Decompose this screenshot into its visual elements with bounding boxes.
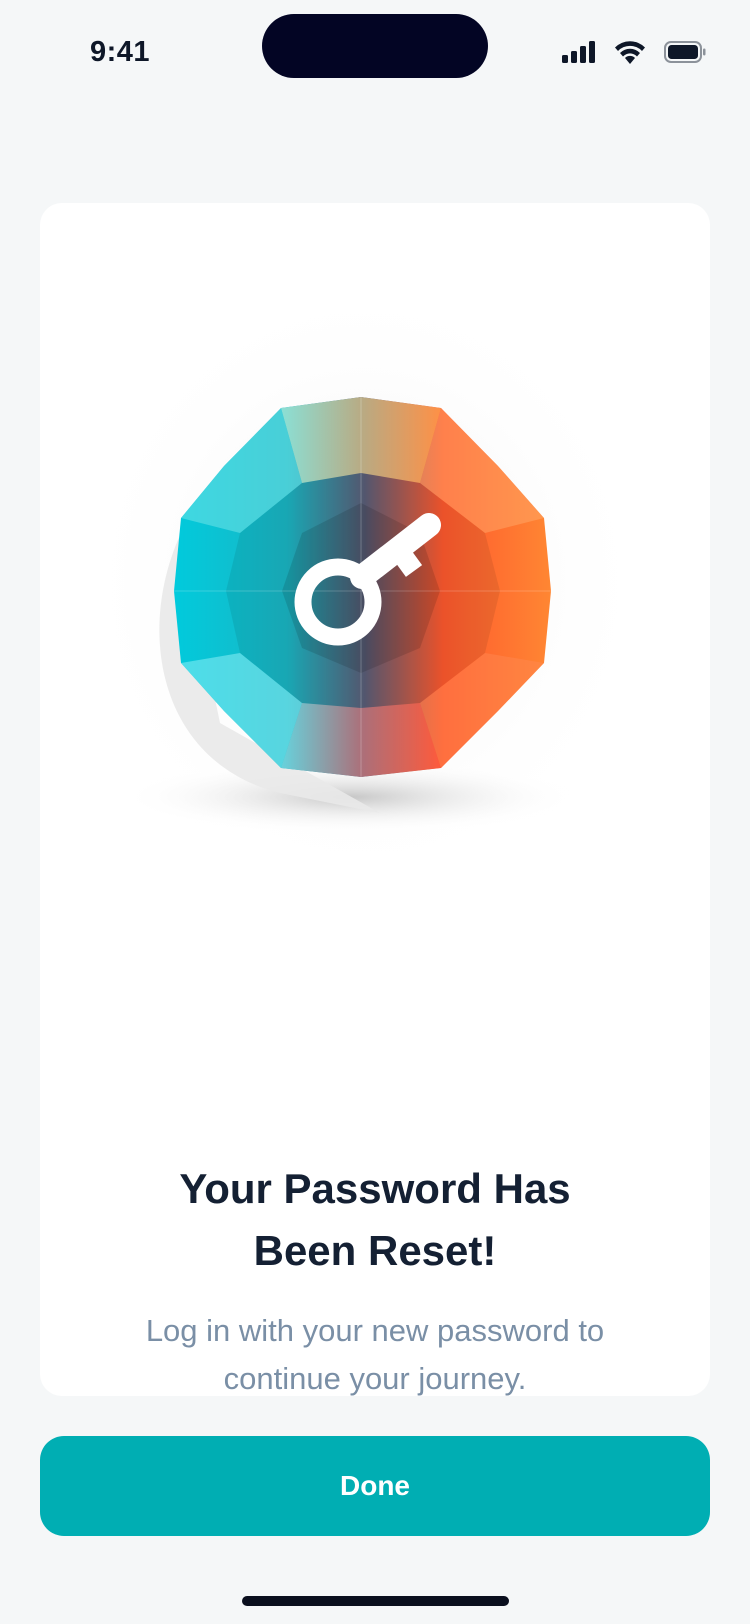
status-time: 9:41 [90, 36, 151, 68]
subtitle-line-1: Log in with your new password to [145, 1313, 605, 1348]
cellular-signal-icon [562, 41, 596, 63]
title-line-2: Been Reset! [253, 1227, 497, 1274]
title-line-1: Your Password Has [179, 1165, 571, 1212]
done-button[interactable]: Done [40, 1436, 710, 1536]
home-indicator[interactable] [242, 1596, 509, 1606]
subtitle-line-2: continue your journey. [223, 1361, 527, 1396]
page-title: Your Password Has Been Reset! [40, 1158, 710, 1282]
password-reset-illustration [40, 203, 710, 1103]
status-bar: 9:41 [0, 0, 750, 110]
success-card: Your Password Has Been Reset! Log in wit… [40, 203, 710, 1396]
wifi-icon [614, 40, 646, 64]
page-subtitle: Log in with your new password to continu… [115, 1307, 635, 1403]
dynamic-island [262, 14, 488, 78]
battery-icon [664, 41, 706, 63]
status-icons [562, 40, 706, 64]
